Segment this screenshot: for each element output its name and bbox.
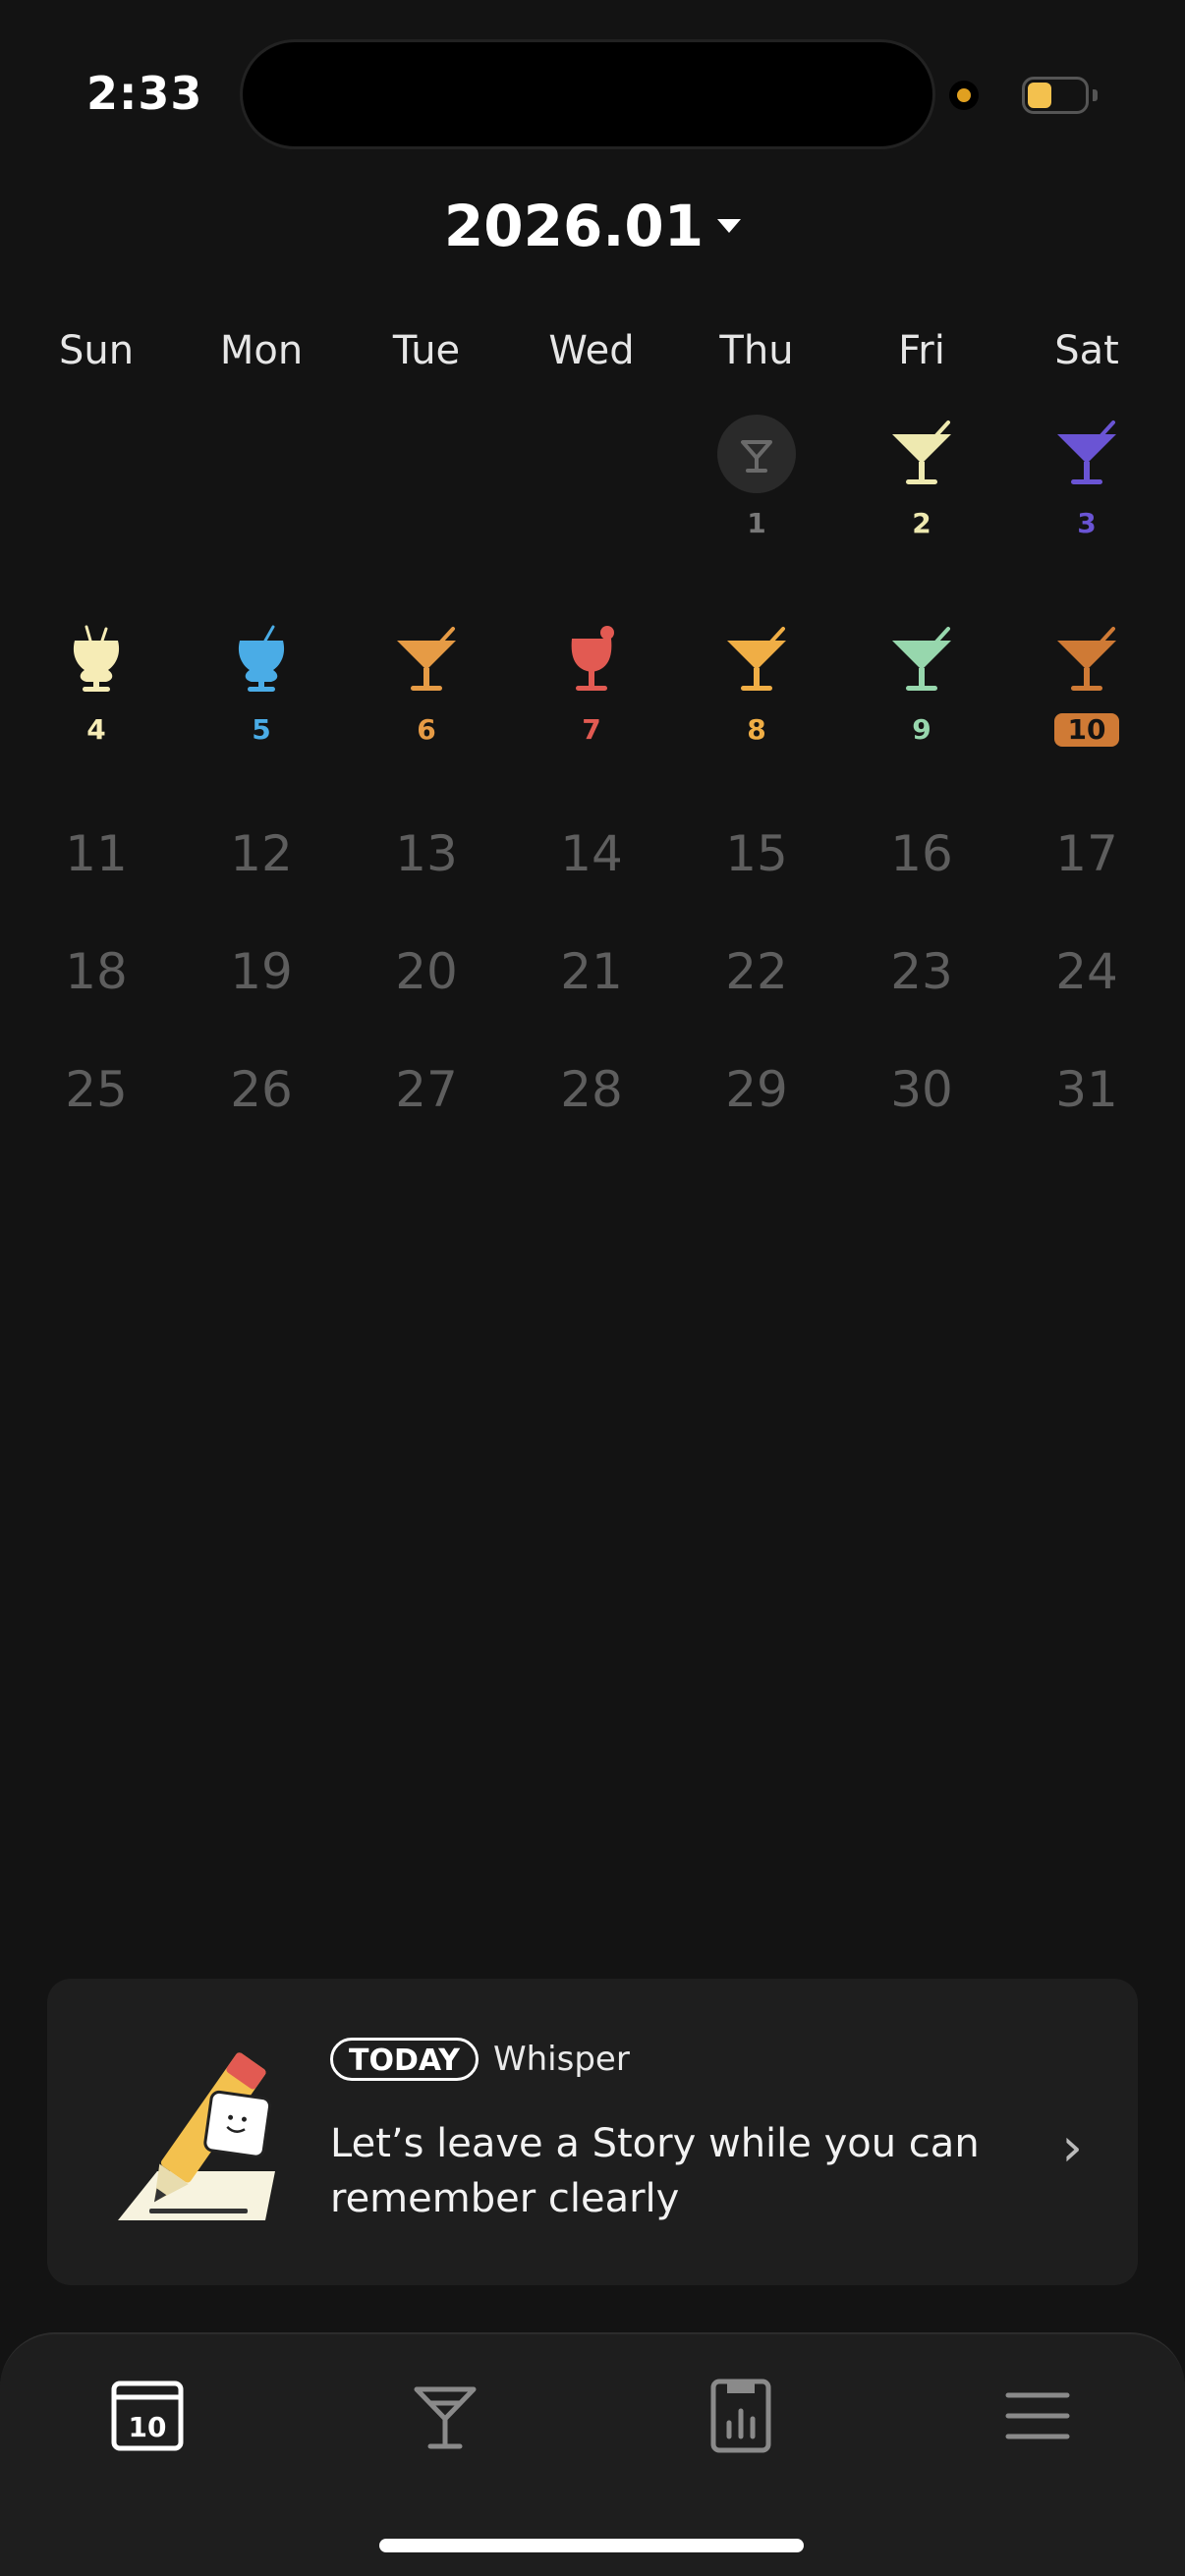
day-number: 9 xyxy=(912,713,931,746)
day-number: 29 xyxy=(725,1061,788,1118)
day-number: 3 xyxy=(1077,507,1097,539)
day-number: 7 xyxy=(582,713,601,746)
day-cell[interactable]: 8 xyxy=(698,621,816,747)
calendar-tab-day: 10 xyxy=(129,2411,167,2443)
day-cell[interactable]: 1 xyxy=(698,415,816,540)
martini-glass-icon xyxy=(397,627,456,691)
cocktail-glass-icon xyxy=(414,2386,477,2449)
day-number: 24 xyxy=(1055,943,1118,1000)
day-number: 6 xyxy=(417,713,436,746)
martini-glass-icon xyxy=(1057,627,1116,691)
day-number: 4 xyxy=(86,713,106,746)
month-label: 2026.01 xyxy=(443,193,705,259)
dynamic-island xyxy=(240,39,935,149)
stats-icon xyxy=(710,2379,771,2453)
day-number: 1 xyxy=(747,507,766,539)
caret-down-icon xyxy=(717,218,742,233)
today-badge: TODAY xyxy=(330,2038,479,2081)
camera-indicator-icon xyxy=(949,81,979,110)
day-number: 12 xyxy=(230,825,293,882)
chevron-right-icon: › xyxy=(1061,2116,1083,2178)
day-cell[interactable]: 4 xyxy=(37,621,155,747)
day-number: 27 xyxy=(395,1061,458,1118)
story-prompt-text: Let’s leave a Story while you can rememb… xyxy=(330,2121,980,2221)
martini-glass-icon xyxy=(727,627,786,691)
weekday-label: Mon xyxy=(219,328,304,373)
pencil-writing-illustration xyxy=(118,2052,275,2220)
day-number: 20 xyxy=(395,943,458,1000)
hurricane-glass-icon xyxy=(238,625,285,692)
tab-menu[interactable] xyxy=(992,2372,1081,2460)
weekday-label: Sun xyxy=(58,328,135,373)
story-source: Whisper xyxy=(493,2040,630,2079)
battery-nub xyxy=(1093,89,1098,101)
day-number: 19 xyxy=(230,943,293,1000)
day-number: 16 xyxy=(890,825,953,882)
tab-stats[interactable] xyxy=(698,2372,786,2460)
month-selector[interactable]: 2026.01 xyxy=(0,193,1185,259)
day-number: 18 xyxy=(65,943,128,1000)
day-number: 21 xyxy=(560,943,623,1000)
day-cell-today[interactable]: 10 xyxy=(1028,621,1146,747)
day-cell[interactable]: 5 xyxy=(202,621,320,747)
day-number: 22 xyxy=(725,943,788,1000)
menu-icon xyxy=(1005,2392,1070,2439)
wine-glass-icon xyxy=(571,626,614,691)
martini-glass-icon xyxy=(892,420,951,484)
martini-glass-icon xyxy=(1057,420,1116,484)
day-number: 28 xyxy=(560,1061,623,1118)
story-prompt-card[interactable]: TODAY Whisper Let’s leave a Story while … xyxy=(47,1979,1138,2285)
calendar-icon: 10 xyxy=(111,2380,184,2451)
day-number: 26 xyxy=(230,1061,293,1118)
day-number: 17 xyxy=(1055,825,1118,882)
day-number: 30 xyxy=(890,1061,953,1118)
day-number: 14 xyxy=(560,825,623,882)
weekday-label: Wed xyxy=(548,328,635,373)
weekday-label: Thu xyxy=(719,328,794,373)
tab-drinks[interactable] xyxy=(401,2372,489,2460)
today-badge: 10 xyxy=(1053,713,1120,747)
day-number: 23 xyxy=(890,943,953,1000)
day-number: 31 xyxy=(1055,1061,1118,1118)
day-number: 8 xyxy=(747,713,766,746)
weekday-label: Sat xyxy=(1054,328,1119,373)
day-number: 15 xyxy=(725,825,788,882)
day-number: 5 xyxy=(252,713,271,746)
tab-calendar[interactable]: 10 xyxy=(104,2372,193,2460)
weekday-label: Tue xyxy=(392,328,461,373)
day-number: 25 xyxy=(65,1061,128,1118)
home-indicator xyxy=(379,2539,804,2552)
day-cell[interactable]: 7 xyxy=(533,621,650,747)
day-cell[interactable]: 3 xyxy=(1028,415,1146,540)
day-number: 11 xyxy=(65,825,128,882)
day-number: 13 xyxy=(395,825,458,882)
weekday-label: Fri xyxy=(898,328,945,373)
hurricane-glass-icon xyxy=(73,625,120,692)
status-time: 2:33 xyxy=(86,67,203,120)
battery-icon xyxy=(1022,77,1089,114)
empty-glass-icon xyxy=(717,415,796,493)
day-cell[interactable]: 9 xyxy=(863,621,981,747)
day-cell[interactable]: 6 xyxy=(367,621,485,747)
day-number: 2 xyxy=(912,507,931,539)
day-cell[interactable]: 2 xyxy=(863,415,981,540)
martini-glass-icon xyxy=(892,627,951,691)
